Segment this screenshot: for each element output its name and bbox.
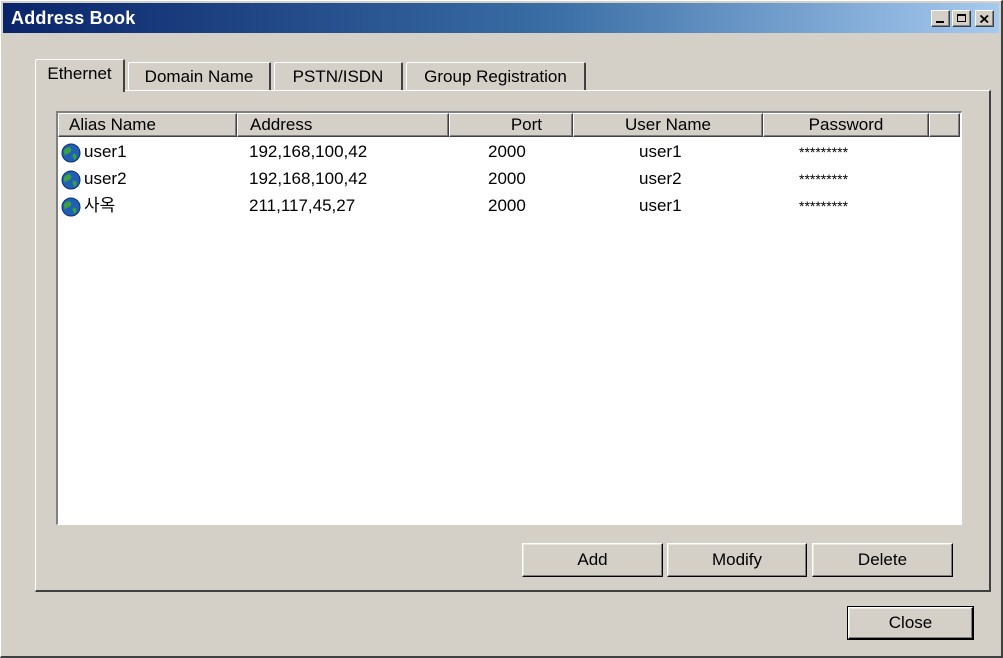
maximize-icon [956,14,966,22]
tab-label: Group Registration [424,67,567,86]
tab-label: PSTN/ISDN [292,67,384,86]
address-cell: 192,168,100,42 [249,169,368,188]
user-name-cell: user2 [639,169,682,188]
globe-icon [61,143,81,163]
close-window-button[interactable] [975,10,994,27]
column-label: Password [808,115,884,134]
delete-button[interactable]: Delete [812,543,953,577]
close-button[interactable]: Close [847,606,974,640]
address-cell: 211,117,45,27 [249,196,356,215]
title-bar[interactable]: Address Book [3,3,999,33]
column-label: Address [250,115,313,134]
globe-icon [61,197,81,217]
tab-ethernet[interactable]: Ethernet [35,59,125,92]
maximize-button[interactable] [952,10,971,27]
column-label: Alias Name [69,115,156,134]
list-header: Alias Name Address Port User Name Passwo… [58,113,960,137]
window-title: Address Book [11,8,136,28]
column-header-port[interactable]: Port [449,113,573,137]
user-name-cell: user1 [639,196,682,215]
add-button[interactable]: Add [522,543,663,577]
address-list[interactable]: Alias Name Address Port User Name Passwo… [56,111,962,525]
port-cell: 2000 [488,142,526,161]
list-item[interactable]: user2 192,168,100,42 2000 user2 ********… [58,166,960,193]
column-label: Port [510,115,542,134]
list-item[interactable]: 사옥 211,117,45,27 2000 user1 ********* [58,193,960,220]
close-icon [980,14,989,23]
list-item[interactable]: user1 192,168,100,42 2000 user1 ********… [58,139,960,166]
alias-cell: 사옥 [84,196,116,215]
tab-pstn-isdn[interactable]: PSTN/ISDN [274,62,403,90]
tab-label: Domain Name [144,67,254,86]
column-header-alias[interactable]: Alias Name [58,113,237,137]
password-cell: ********* [799,144,849,160]
alias-cell: user1 [84,142,127,161]
port-cell: 2000 [488,196,526,215]
globe-icon [61,170,81,190]
port-cell: 2000 [488,169,526,188]
column-header-filler [929,113,960,137]
column-header-user-name[interactable]: User Name [573,113,763,137]
tab-label: Ethernet [47,64,112,83]
minimize-button[interactable] [931,10,950,27]
tab-panel: Alias Name Address Port User Name Passwo… [35,90,991,592]
password-cell: ********* [799,171,849,187]
minimize-icon [936,20,944,23]
alias-cell: user2 [84,169,127,188]
address-book-window: Address Book Ethernet Domain Name PSTN/I… [0,0,1003,658]
column-label: User Name [625,115,711,134]
tab-group-registration[interactable]: Group Registration [406,62,586,90]
tab-domain-name[interactable]: Domain Name [128,62,271,90]
column-header-password[interactable]: Password [763,113,929,137]
user-name-cell: user1 [639,142,682,161]
password-cell: ********* [799,198,849,214]
modify-button[interactable]: Modify [667,543,807,577]
address-cell: 192,168,100,42 [249,142,368,161]
column-header-address[interactable]: Address [237,113,449,137]
